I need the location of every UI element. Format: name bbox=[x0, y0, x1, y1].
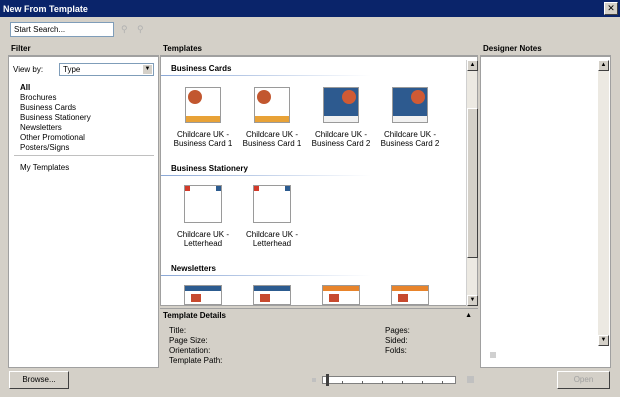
zoom-small-icon bbox=[312, 378, 316, 382]
view-by-label: View by: bbox=[13, 65, 44, 74]
notes-scrollbar[interactable]: ▲ ▼ bbox=[598, 60, 609, 346]
section-divider bbox=[161, 75, 371, 76]
detail-template-path-label: Template Path: bbox=[169, 356, 223, 365]
title-bar: New From Template ✕ bbox=[0, 0, 620, 17]
template-preview bbox=[253, 185, 291, 223]
template-thumb[interactable]: Childcare UK - Business Card 2 bbox=[311, 87, 371, 148]
detail-pages-label: Pages: bbox=[385, 326, 410, 335]
zoom-tick bbox=[422, 381, 423, 384]
zoom-large-icon bbox=[467, 376, 474, 383]
window-title: New From Template bbox=[3, 3, 88, 14]
template-label: Childcare UK - Business Card 2 bbox=[311, 130, 371, 148]
filter-item-business-cards[interactable]: Business Cards bbox=[20, 103, 91, 113]
template-preview bbox=[322, 285, 360, 305]
templates-header: Templates bbox=[160, 42, 478, 56]
template-thumb[interactable]: Childcare UK - Business Card 1 bbox=[173, 87, 233, 148]
filter-header: Filter bbox=[8, 42, 159, 56]
filter-item-all[interactable]: All bbox=[20, 83, 91, 93]
zoom-tick bbox=[382, 381, 383, 384]
detail-orientation-label: Orientation: bbox=[169, 346, 211, 355]
detail-folds-label: Folds: bbox=[385, 346, 407, 355]
template-label: Childcare UK - Letterhead bbox=[176, 230, 229, 248]
section-title-business-stationery: Business Stationery bbox=[171, 164, 248, 173]
template-details-header: Template Details bbox=[163, 311, 226, 320]
section-title-newsletters: Newsletters bbox=[171, 264, 216, 273]
designer-notes-panel bbox=[480, 56, 611, 368]
template-preview bbox=[184, 185, 222, 223]
collapse-icon[interactable]: ▲ bbox=[465, 312, 472, 319]
template-thumb[interactable] bbox=[311, 285, 371, 305]
template-label: Childcare UK - Business Card 2 bbox=[380, 130, 440, 148]
template-preview bbox=[253, 285, 291, 305]
zoom-slider[interactable] bbox=[312, 372, 476, 388]
open-button[interactable]: Open bbox=[557, 371, 610, 389]
template-preview bbox=[185, 87, 221, 123]
zoom-tick bbox=[342, 381, 343, 384]
template-preview bbox=[323, 87, 359, 123]
filter-divider bbox=[14, 155, 154, 156]
scroll-up-icon[interactable]: ▲ bbox=[598, 60, 609, 71]
section-title-business-cards: Business Cards bbox=[171, 64, 232, 73]
scrollbar-thumb[interactable] bbox=[467, 108, 478, 258]
template-thumb[interactable] bbox=[242, 285, 302, 305]
scroll-down-icon[interactable]: ▼ bbox=[467, 295, 478, 306]
close-icon[interactable]: ✕ bbox=[604, 2, 618, 15]
section-divider bbox=[161, 175, 371, 176]
template-thumb[interactable]: Childcare UK - Letterhead bbox=[242, 185, 302, 248]
template-label: Childcare UK - Business Card 1 bbox=[173, 130, 233, 148]
scroll-up-icon[interactable]: ▲ bbox=[467, 60, 478, 71]
template-preview bbox=[392, 87, 428, 123]
filter-item-newsletters[interactable]: Newsletters bbox=[20, 123, 91, 133]
detail-page-size-label: Page Size: bbox=[169, 336, 208, 345]
zoom-knob[interactable] bbox=[326, 374, 329, 386]
template-preview bbox=[391, 285, 429, 305]
templates-gallery: Business Cards Childcare UK - Business Ca… bbox=[160, 56, 478, 306]
template-thumb[interactable] bbox=[380, 285, 440, 305]
template-thumb[interactable]: Childcare UK - Business Card 2 bbox=[380, 87, 440, 148]
filter-item-posters-signs[interactable]: Posters/Signs bbox=[20, 143, 91, 153]
template-label: Childcare UK - Business Card 1 bbox=[242, 130, 302, 148]
chevron-down-icon[interactable]: ▼ bbox=[143, 65, 152, 74]
detail-title-label: Title: bbox=[169, 326, 187, 335]
browse-button[interactable]: Browse... bbox=[9, 371, 69, 389]
templates-scrollbar[interactable]: ▲ ▼ bbox=[466, 60, 478, 306]
template-thumb[interactable] bbox=[173, 285, 233, 305]
template-label: Childcare UK - Letterhead bbox=[245, 230, 298, 248]
zoom-tick bbox=[402, 381, 403, 384]
filter-item-other-promotional[interactable]: Other Promotional bbox=[20, 133, 91, 143]
zoom-tick bbox=[362, 381, 363, 384]
search-icon[interactable]: ⚲ bbox=[121, 24, 131, 34]
view-by-value: Type bbox=[63, 65, 81, 74]
clear-search-icon[interactable]: ⚲ bbox=[137, 24, 147, 34]
my-templates-link[interactable]: My Templates bbox=[20, 163, 69, 172]
scroll-down-icon[interactable]: ▼ bbox=[598, 335, 609, 346]
filter-item-business-stationery[interactable]: Business Stationery bbox=[20, 113, 91, 123]
template-preview bbox=[254, 87, 290, 123]
filter-list: All Brochures Business Cards Business St… bbox=[20, 83, 91, 153]
template-details-panel: Template Details ▲ Title: Page Size: Ori… bbox=[160, 308, 478, 368]
template-thumb[interactable]: Childcare UK - Letterhead bbox=[173, 185, 233, 248]
view-by-select[interactable]: Type ▼ bbox=[59, 63, 154, 76]
notes-resize-icon bbox=[490, 352, 496, 358]
zoom-tick bbox=[442, 381, 443, 384]
filter-panel: View by: Type ▼ All Brochures Business C… bbox=[8, 56, 159, 368]
detail-sided-label: Sided: bbox=[385, 336, 408, 345]
designer-notes-header: Designer Notes bbox=[480, 42, 611, 56]
search-input[interactable]: Start Search... bbox=[10, 22, 114, 37]
filter-item-brochures[interactable]: Brochures bbox=[20, 93, 91, 103]
template-preview bbox=[184, 285, 222, 305]
template-thumb[interactable]: Childcare UK - Business Card 1 bbox=[242, 87, 302, 148]
section-divider bbox=[161, 275, 371, 276]
